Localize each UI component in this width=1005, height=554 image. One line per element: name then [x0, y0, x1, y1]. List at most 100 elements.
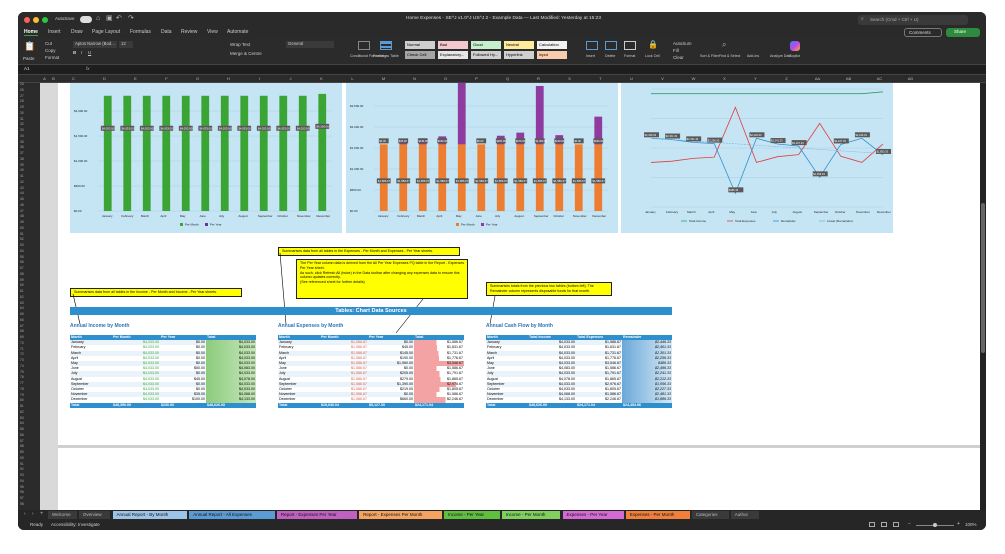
tab-automate[interactable]: Automate	[227, 30, 248, 35]
column-header-ab[interactable]: AB	[833, 77, 864, 81]
format-as-table-icon[interactable]	[380, 41, 392, 50]
row-header[interactable]: 41	[20, 174, 24, 178]
column-header-m[interactable]: M	[368, 77, 399, 81]
row-header[interactable]: 45	[20, 197, 24, 201]
sheet-tab-expenses-per-year[interactable]: Expenses - Per Year	[562, 511, 624, 519]
tab-review[interactable]: Review	[181, 30, 197, 35]
find-icon[interactable]: ⌕	[722, 41, 726, 49]
copilot-button[interactable]: Copilot	[789, 54, 800, 58]
column-header-d[interactable]: D	[89, 77, 120, 81]
autosave-toggle[interactable]	[80, 16, 92, 23]
column-header-k[interactable]: K	[306, 77, 337, 81]
zoom-in-icon[interactable]: +	[957, 522, 960, 527]
share-button[interactable]: Share	[946, 28, 980, 37]
column-header-r[interactable]: R	[523, 77, 554, 81]
row-header[interactable]: 84	[20, 421, 24, 425]
row-header[interactable]: 96	[20, 490, 24, 494]
font-name-select[interactable]: Aptos Narrow (Bod...	[73, 41, 117, 48]
redo-icon[interactable]: ↷	[128, 15, 134, 22]
column-header-f[interactable]: F	[151, 77, 182, 81]
copy-button[interactable]: Copy	[45, 48, 56, 53]
row-header[interactable]: 57	[20, 266, 24, 270]
bold-button[interactable]: B	[73, 50, 76, 55]
row-header[interactable]: 97	[20, 496, 24, 500]
column-header-b[interactable]: B	[49, 77, 58, 81]
row-header[interactable]: 75	[20, 370, 24, 374]
addins-button[interactable]: Add-ins	[747, 54, 759, 58]
cell-style-hyperlink[interactable]: Hyperlink	[504, 51, 534, 59]
row-header[interactable]: 50	[20, 226, 24, 230]
column-header-ac[interactable]: AC	[864, 77, 895, 81]
row-header[interactable]: 67	[20, 324, 24, 328]
maximize-window-icon[interactable]	[42, 17, 48, 23]
expenses-table[interactable]: Month Per Month Per Year Total January $1,586…	[278, 335, 464, 415]
add-sheet-icon[interactable]: +	[40, 511, 44, 517]
italic-button[interactable]: I	[81, 50, 82, 55]
fill-button[interactable]: Fill	[673, 48, 679, 53]
row-header[interactable]: 86	[20, 433, 24, 437]
conditional-formatting-icon[interactable]	[358, 41, 370, 50]
row-header[interactable]: 53	[20, 243, 24, 247]
number-format-select[interactable]: General	[286, 41, 334, 48]
row-header[interactable]: 30	[20, 111, 24, 115]
format-painter-button[interactable]: Format	[45, 55, 59, 60]
cashflow-table-cell[interactable]: $24,171.04	[576, 403, 622, 408]
row-header[interactable]: 43	[20, 186, 24, 190]
minimize-window-icon[interactable]	[33, 17, 39, 23]
row-header[interactable]: 59	[20, 278, 24, 282]
tab-data[interactable]: Data	[161, 30, 172, 35]
lock-icon[interactable]: 🔒	[648, 41, 658, 49]
home-icon[interactable]: ⌂	[96, 15, 100, 22]
row-header[interactable]: 88	[20, 444, 24, 448]
income-table-cell[interactable]: Total	[70, 403, 112, 408]
wrap-text-button[interactable]: Wrap Text	[230, 42, 250, 47]
tab-formulas[interactable]: Formulas	[130, 30, 151, 35]
row-header[interactable]: 55	[20, 255, 24, 259]
insert-cells-icon[interactable]	[586, 41, 598, 50]
row-header[interactable]: 65	[20, 312, 24, 316]
row-header[interactable]: 49	[20, 220, 24, 224]
row-header[interactable]: 36	[20, 145, 24, 149]
zoom-slider-thumb[interactable]	[933, 523, 937, 527]
column-header-c[interactable]: C	[58, 77, 89, 81]
format-as-table-button[interactable]: Format as Table	[373, 54, 399, 58]
row-header[interactable]: 62	[20, 295, 24, 299]
vertical-scrollbar[interactable]	[980, 83, 986, 510]
prev-sheet-icon[interactable]: ‹	[24, 512, 26, 517]
lock-cell-button[interactable]: Lock Cell	[645, 54, 660, 58]
format-cells-icon[interactable]	[624, 41, 636, 50]
row-header[interactable]: 29	[20, 105, 24, 109]
row-header[interactable]: 91	[20, 462, 24, 466]
expense-table-cell[interactable]: $19,040.04	[320, 403, 368, 408]
row-header[interactable]: 73	[20, 358, 24, 362]
sheet-tab-welcome[interactable]: Welcome	[48, 511, 77, 519]
column-header-y[interactable]: Y	[740, 77, 771, 81]
column-header-l[interactable]: L	[337, 77, 368, 81]
row-header[interactable]: 34	[20, 134, 24, 138]
column-header-aa[interactable]: AA	[802, 77, 833, 81]
format-cells-button[interactable]: Format	[624, 54, 635, 58]
row-header[interactable]: 27	[20, 94, 24, 98]
column-header-q[interactable]: Q	[492, 77, 523, 81]
close-window-icon[interactable]	[24, 17, 30, 23]
row-header[interactable]: 44	[20, 191, 24, 195]
row-header[interactable]: 28	[20, 99, 24, 103]
page-break-view-icon[interactable]	[893, 522, 899, 527]
row-header[interactable]: 93	[20, 473, 24, 477]
merge-centre-button[interactable]: Merge & Centre	[230, 51, 262, 56]
accessibility-status[interactable]: Accessibility: Investigate	[51, 522, 100, 528]
row-header[interactable]: 85	[20, 427, 24, 431]
row-header[interactable]: 39	[20, 163, 24, 167]
row-header[interactable]: 54	[20, 249, 24, 253]
column-header-x[interactable]: X	[709, 77, 740, 81]
row-header[interactable]: 83	[20, 416, 24, 420]
sheet-tab-annual-report-by-month[interactable]: Annual Report - By Month	[112, 511, 188, 519]
row-header[interactable]: 32	[20, 122, 24, 126]
page-layout-view-icon[interactable]	[881, 522, 887, 527]
column-header-o[interactable]: O	[430, 77, 461, 81]
sheet-tab-author[interactable]: Author	[730, 511, 759, 519]
sheet-tab-overview[interactable]: Overview	[78, 511, 111, 519]
copilot-icon[interactable]	[790, 41, 800, 51]
worksheet-grid[interactable]: $0.00 $500.00 $1,000.00 $1,500.00 $2,000.00 $…	[40, 83, 980, 510]
font-size-select[interactable]: 12	[119, 41, 133, 48]
